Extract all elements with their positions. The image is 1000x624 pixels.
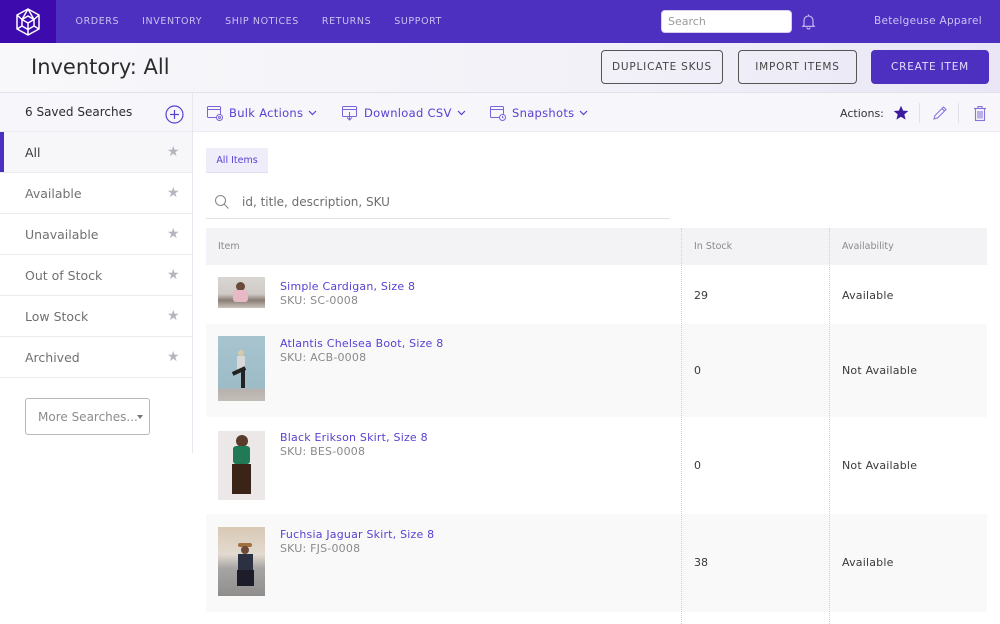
divider: [919, 103, 920, 123]
create-item-button[interactable]: CREATE ITEM: [871, 50, 989, 84]
availability-value: Available: [842, 289, 894, 302]
saved-search-all[interactable]: All ★: [0, 132, 192, 173]
saved-search-low-stock[interactable]: Low Stock ★: [0, 296, 192, 337]
chevron-down-icon: [308, 110, 317, 116]
actions-label: Actions:: [840, 107, 884, 120]
availability-value: Available: [842, 556, 894, 569]
bulk-actions-label: Bulk Actions: [229, 106, 304, 120]
availability-value: Not Available: [842, 459, 918, 472]
saved-search-archived[interactable]: Archived ★: [0, 337, 192, 378]
saved-search-out-of-stock[interactable]: Out of Stock ★: [0, 255, 192, 296]
notification-bell-icon[interactable]: [800, 13, 817, 30]
column-header-in-stock[interactable]: In Stock: [694, 241, 732, 252]
chevron-down-icon: [580, 110, 588, 116]
caret-down-icon: [137, 415, 143, 419]
more-searches-label: More Searches...: [38, 409, 138, 424]
item-sku: SKU: ACB-0008: [280, 351, 367, 364]
saved-search-label: Low Stock: [25, 308, 89, 324]
favorite-star-icon[interactable]: [892, 104, 910, 122]
item-title-link[interactable]: Fuchsia Jaguar Skirt, Size 8: [280, 528, 434, 541]
saved-search-label: All: [25, 144, 41, 160]
divider: [958, 103, 959, 123]
nav-orders[interactable]: ORDERS: [76, 16, 120, 27]
item-title-link[interactable]: Black Erikson Skirt, Size 8: [280, 431, 428, 444]
saved-searches-title: 6 Saved Searches: [25, 105, 133, 119]
nav-links: ORDERS INVENTORY SHIP NOTICES RETURNS SU…: [64, 0, 454, 43]
star-icon[interactable]: ★: [167, 227, 180, 241]
table-row[interactable]: Fuchsia Jaguar Skirt, Size 8 SKU: FJS-00…: [206, 514, 987, 612]
star-icon[interactable]: ★: [167, 186, 180, 200]
page-title: Inventory: All: [31, 55, 170, 79]
snapshots-icon: [490, 106, 506, 121]
star-icon[interactable]: ★: [167, 309, 180, 323]
snapshots-menu[interactable]: Snapshots: [490, 105, 588, 121]
tab-all-items[interactable]: All Items: [206, 148, 268, 173]
item-thumbnail: [218, 527, 265, 596]
global-search-input[interactable]: [661, 10, 792, 33]
in-stock-value: 38: [694, 556, 708, 569]
delete-trash-icon[interactable]: [971, 104, 989, 122]
column-divider: [681, 228, 682, 624]
item-filter-input[interactable]: [242, 192, 662, 212]
column-divider: [829, 228, 830, 624]
table-row[interactable]: Atlantis Chelsea Boot, Size 8 SKU: ACB-0…: [206, 324, 987, 417]
nav-returns[interactable]: RETURNS: [322, 16, 371, 27]
snapshots-label: Snapshots: [512, 106, 575, 120]
item-thumbnail: [218, 431, 265, 500]
polyhedron-logo-icon: [16, 7, 40, 36]
add-search-icon[interactable]: [165, 105, 184, 124]
table-row[interactable]: Simple Cardigan, Size 8 SKU: SC-0008 29 …: [206, 265, 987, 324]
column-header-availability[interactable]: Availability: [842, 241, 894, 252]
star-icon[interactable]: ★: [167, 268, 180, 282]
saved-search-label: Unavailable: [25, 226, 99, 242]
star-icon[interactable]: ★: [167, 350, 180, 364]
item-title-link[interactable]: Atlantis Chelsea Boot, Size 8: [280, 337, 443, 350]
page-header: Inventory: All DUPLICATE SKUS IMPORT ITE…: [0, 43, 1000, 93]
logo[interactable]: [0, 0, 56, 43]
filter-bar: [206, 188, 670, 219]
item-sku: SKU: SC-0008: [280, 294, 359, 307]
search-icon: [214, 194, 229, 209]
column-header-item[interactable]: Item: [218, 241, 240, 252]
saved-search-label: Archived: [25, 349, 80, 365]
item-thumbnail: [218, 336, 265, 401]
nav-inventory[interactable]: INVENTORY: [142, 16, 202, 27]
download-csv-label: Download CSV: [364, 106, 452, 120]
item-sku: SKU: FJS-0008: [280, 542, 361, 555]
saved-search-label: Available: [25, 185, 82, 201]
saved-search-label: Out of Stock: [25, 267, 103, 283]
chevron-down-icon: [457, 110, 466, 116]
in-stock-value: 0: [694, 364, 701, 377]
saved-search-unavailable[interactable]: Unavailable ★: [0, 214, 192, 255]
download-icon: [342, 106, 357, 121]
availability-value: Not Available: [842, 364, 918, 377]
duplicate-skus-button[interactable]: DUPLICATE SKUS: [601, 50, 723, 84]
organization-name[interactable]: Betelgeuse Apparel: [874, 15, 982, 27]
inventory-toolbar: Bulk Actions Download CSV Snapshots Acti…: [193, 93, 1000, 132]
edit-pencil-icon[interactable]: [931, 104, 949, 122]
bulk-actions-menu[interactable]: Bulk Actions: [207, 105, 317, 121]
nav-support[interactable]: SUPPORT: [394, 16, 442, 27]
top-navigation: ORDERS INVENTORY SHIP NOTICES RETURNS SU…: [0, 0, 1000, 43]
item-title-link[interactable]: Simple Cardigan, Size 8: [280, 280, 415, 293]
more-searches-dropdown[interactable]: More Searches...: [25, 398, 150, 435]
saved-search-available[interactable]: Available ★: [0, 173, 192, 214]
in-stock-value: 0: [694, 459, 701, 472]
bulk-actions-icon: [207, 106, 223, 121]
saved-searches-sidebar: 6 Saved Searches All ★ Available ★ Unava…: [0, 93, 193, 453]
download-csv-menu[interactable]: Download CSV: [342, 105, 466, 121]
saved-searches-header: 6 Saved Searches: [0, 93, 192, 132]
star-icon[interactable]: ★: [167, 145, 180, 159]
in-stock-value: 29: [694, 289, 708, 302]
table-header: Item In Stock Availability: [206, 228, 987, 265]
item-sku: SKU: BES-0008: [280, 445, 366, 458]
table-row[interactable]: Black Erikson Skirt, Size 8 SKU: BES-000…: [206, 417, 987, 514]
item-thumbnail: [218, 277, 265, 308]
nav-ship-notices[interactable]: SHIP NOTICES: [225, 16, 299, 27]
import-items-button[interactable]: IMPORT ITEMS: [738, 50, 857, 84]
inventory-table: Item In Stock Availability Simple Cardig…: [206, 228, 987, 612]
